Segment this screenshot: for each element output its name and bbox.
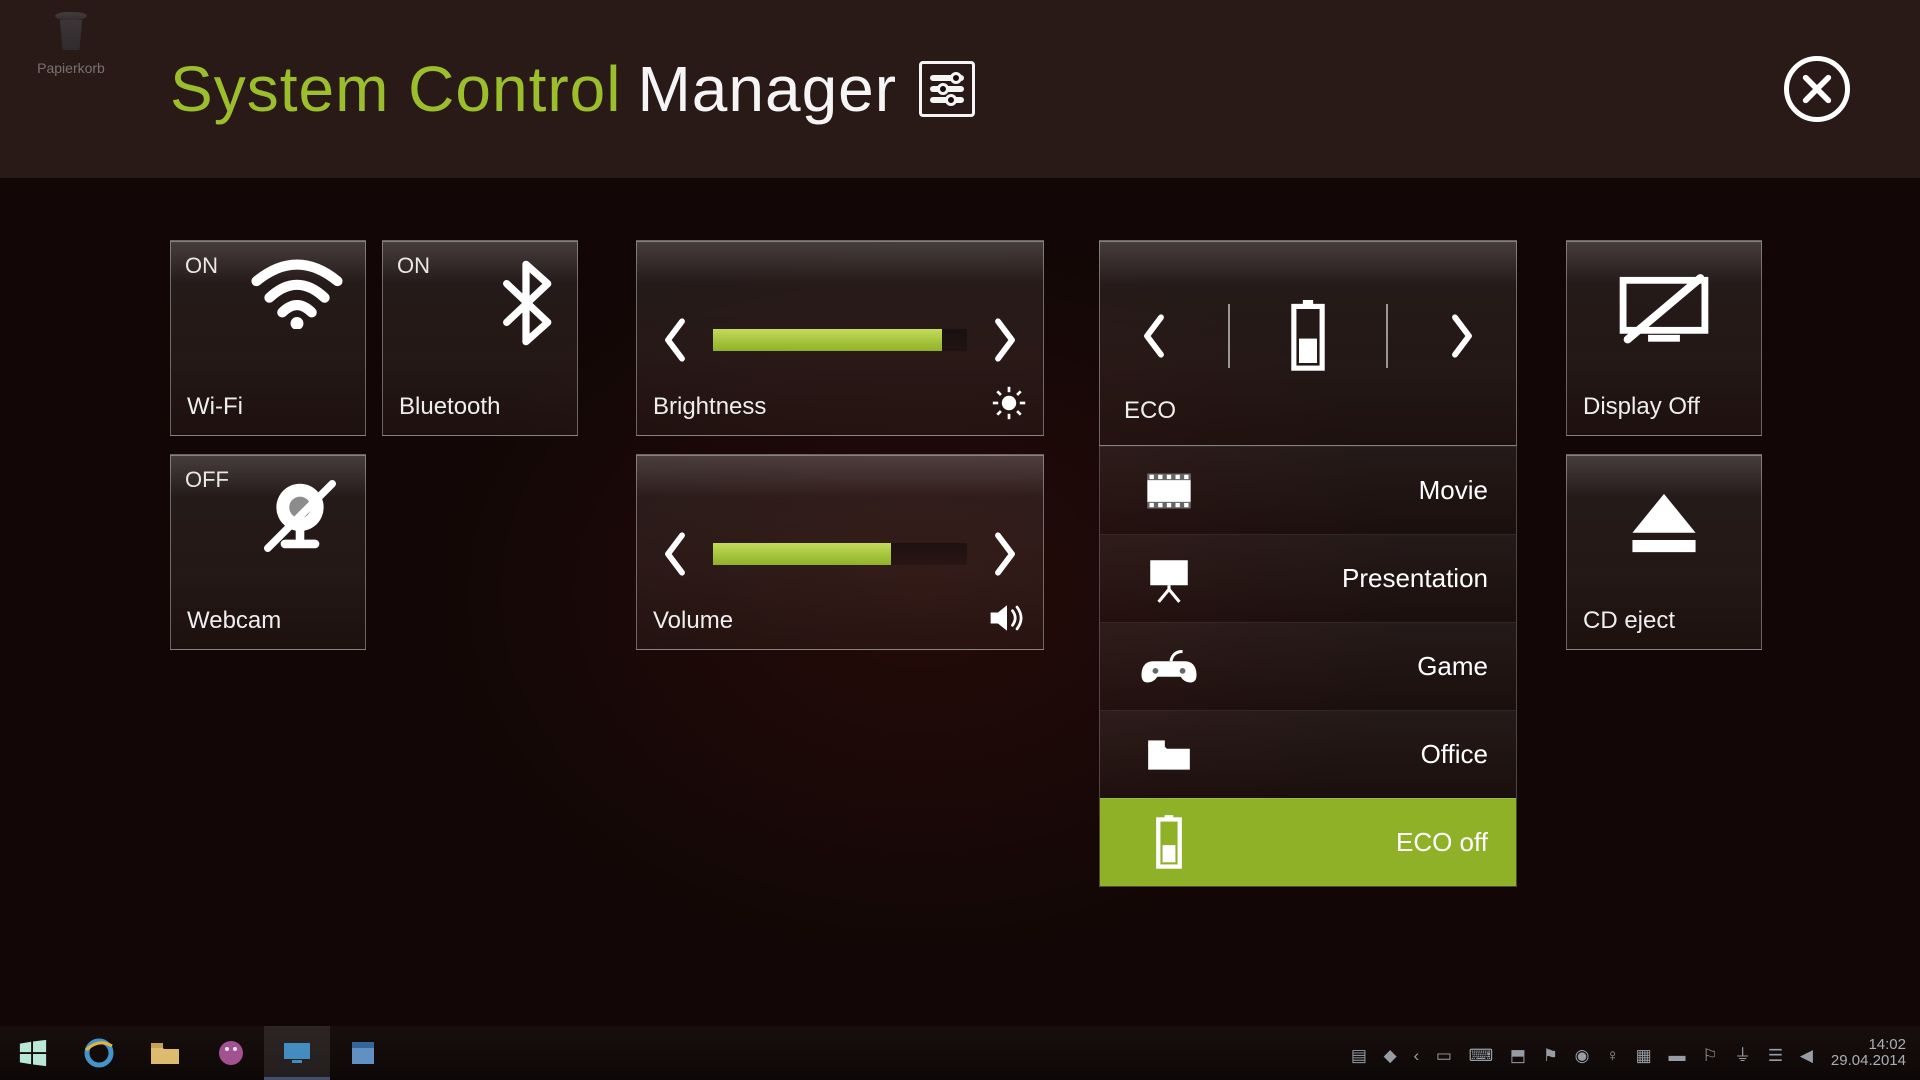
eject-icon (1625, 489, 1703, 557)
display-off-tile[interactable]: Display Off (1566, 240, 1762, 436)
eco-item-movie[interactable]: Movie (1100, 446, 1516, 534)
separator (1386, 304, 1388, 368)
taskbar-app-2[interactable] (264, 1026, 330, 1080)
folder-icon (149, 1040, 181, 1066)
ie-icon (82, 1036, 116, 1070)
eco-next-button[interactable] (1448, 312, 1476, 360)
sliders-icon (919, 61, 975, 117)
gamepad-icon (1138, 647, 1200, 687)
chevron-right-icon (991, 530, 1019, 578)
eco-item-game[interactable]: Game (1100, 622, 1516, 710)
palette-icon (216, 1038, 246, 1068)
taskbar: ▤ ◆ ‹ ▭ ⌨ ⬒ ⚑ ◉ ♀ ▦ ▬ ⚐ ⏚ ☰ ◀ 14:02 29.0… (0, 1026, 1920, 1080)
app-header: System Control Manager (0, 0, 1920, 178)
folder-icon (1138, 734, 1200, 776)
eco-item-label: Movie (1419, 475, 1488, 506)
app-title-accent: System Control (170, 52, 621, 126)
brightness-fill (713, 329, 942, 351)
eco-item-label: Game (1417, 651, 1488, 682)
app-body: ON Wi-Fi ON Bluetooth OFF (0, 178, 1920, 990)
volume-decrease-button[interactable] (661, 530, 689, 578)
separator (1228, 304, 1230, 368)
chevron-right-icon (1448, 312, 1476, 360)
wifi-icon (251, 259, 343, 329)
battery-icon (1290, 299, 1326, 373)
speaker-icon (987, 601, 1027, 635)
chevron-left-icon (661, 530, 689, 578)
brightness-tile: Brightness (636, 240, 1044, 436)
brightness-icon (991, 385, 1027, 421)
webcam-tile[interactable]: OFF Webcam (170, 454, 366, 650)
close-icon (1800, 72, 1834, 106)
eco-item-label: ECO off (1396, 827, 1488, 858)
taskbar-clock[interactable]: 14:02 29.04.2014 (1831, 1037, 1906, 1070)
volume-fill (713, 543, 891, 565)
volume-tile: Volume (636, 454, 1044, 650)
volume-track[interactable] (713, 543, 967, 565)
film-icon (1138, 469, 1200, 513)
cd-eject-label: CD eject (1583, 607, 1675, 635)
brightness-track[interactable] (713, 329, 967, 351)
windows-icon (18, 1038, 48, 1068)
taskbar-explorer[interactable] (132, 1026, 198, 1080)
eco-prev-button[interactable] (1140, 312, 1168, 360)
start-button[interactable] (0, 1026, 66, 1080)
eco-item-label: Office (1421, 739, 1488, 770)
clock-date: 29.04.2014 (1831, 1053, 1906, 1070)
eco-item-eco-off[interactable]: ECO off (1100, 798, 1516, 886)
taskbar-app-1[interactable] (198, 1026, 264, 1080)
monitor-icon (281, 1040, 313, 1066)
volume-increase-button[interactable] (991, 530, 1019, 578)
wifi-label: Wi-Fi (187, 393, 243, 421)
window-icon (349, 1039, 377, 1067)
webcam-state: OFF (185, 467, 229, 493)
eco-item-office[interactable]: Office (1100, 710, 1516, 798)
taskbar-ie[interactable] (66, 1026, 132, 1080)
brightness-label: Brightness (653, 393, 766, 421)
eco-item-presentation[interactable]: Presentation (1100, 534, 1516, 622)
bluetooth-label: Bluetooth (399, 393, 500, 421)
chevron-left-icon (661, 316, 689, 364)
volume-label: Volume (653, 607, 733, 635)
clock-time: 14:02 (1831, 1037, 1906, 1054)
chevron-left-icon (1140, 312, 1168, 360)
webcam-label: Webcam (187, 607, 281, 635)
display-off-icon (1614, 271, 1714, 351)
eco-item-label: Presentation (1342, 563, 1488, 594)
webcam-off-icon (257, 473, 343, 559)
brightness-decrease-button[interactable] (661, 316, 689, 364)
bluetooth-tile[interactable]: ON Bluetooth (382, 240, 578, 436)
taskbar-app-3[interactable] (330, 1026, 396, 1080)
cd-eject-tile[interactable]: CD eject (1566, 454, 1762, 650)
eco-label: ECO (1124, 397, 1176, 425)
display-off-label: Display Off (1583, 393, 1700, 421)
bluetooth-icon (497, 259, 555, 347)
system-tray: ▤ ◆ ‹ ▭ ⌨ ⬒ ⚑ ◉ ♀ ▦ ▬ ⚐ ⏚ ☰ ◀ 14:02 29.0… (1351, 1037, 1920, 1070)
bluetooth-state: ON (397, 253, 430, 279)
chevron-right-icon (991, 316, 1019, 364)
wifi-state: ON (185, 253, 218, 279)
eco-mode-list: Movie Presentation Game Office (1099, 446, 1517, 887)
eco-tile: ECO (1099, 240, 1517, 446)
tray-icons[interactable]: ▤ ◆ ‹ ▭ ⌨ ⬒ ⚑ ◉ ♀ ▦ ▬ ⚐ ⏚ ☰ ◀ (1351, 1041, 1819, 1066)
wifi-tile[interactable]: ON Wi-Fi (170, 240, 366, 436)
presentation-icon (1138, 554, 1200, 604)
system-control-manager-window: System Control Manager ON Wi-Fi (0, 0, 1920, 990)
close-button[interactable] (1784, 56, 1850, 122)
brightness-increase-button[interactable] (991, 316, 1019, 364)
app-title-rest: Manager (637, 52, 897, 126)
battery-icon (1138, 815, 1200, 871)
